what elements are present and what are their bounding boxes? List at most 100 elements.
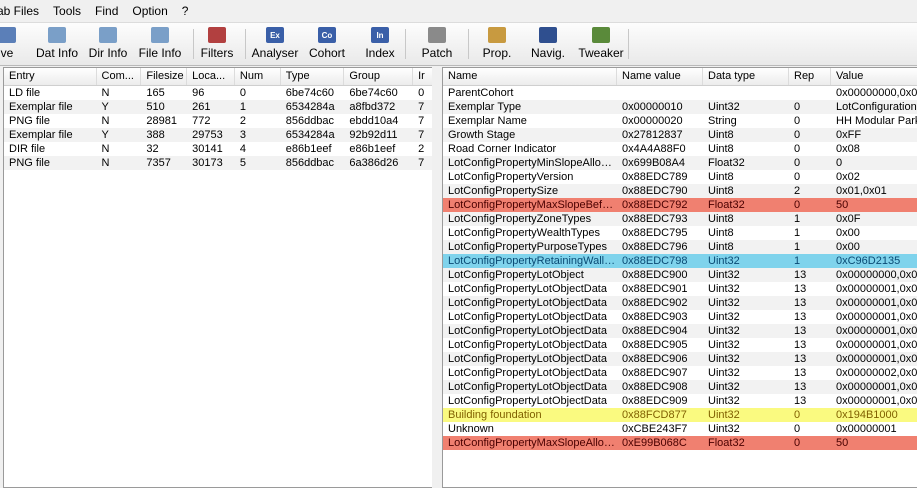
file-info-button[interactable]: File Info (137, 25, 183, 63)
navig--button[interactable]: Navig. (529, 25, 567, 63)
column-header-entry[interactable]: Entry (4, 68, 97, 85)
property-row[interactable]: LotConfigPropertyLotObjectData 0x88EDC907… (443, 366, 917, 380)
property-row[interactable]: LotConfigPropertyMinSlopeAllowed 0x699B08… (443, 156, 917, 170)
table-cell: 32 (146, 143, 159, 155)
property-row[interactable]: LotConfigPropertyLotObjectData 0x88EDC906… (443, 352, 917, 366)
column-header-com[interactable]: Com... (97, 68, 142, 85)
property-list-panel[interactable]: Name Name value Data type Rep Value ParentCo… (442, 67, 917, 488)
property-cell: 0x00000001,0x0 (836, 283, 917, 295)
toolbar-separator (245, 29, 246, 59)
property-cell: Uint32 (708, 297, 740, 309)
property-row[interactable]: LotConfigPropertySize 0x88EDC790 Uint8 2 0x0… (443, 184, 917, 198)
property-cell: 1 (794, 213, 801, 225)
property-cell: Building foundation (443, 408, 617, 422)
property-cell: 0x00000010 (622, 101, 683, 113)
property-cell: 0xFF (836, 129, 862, 141)
file-info-icon (151, 27, 169, 43)
property-cell: 0x88EDC904 (622, 325, 688, 337)
table-row[interactable]: PNG file N 28981 772 2 856ddbac ebdd10a4 7 (4, 114, 433, 128)
property-row[interactable]: LotConfigPropertyLotObjectData 0x88EDC902… (443, 296, 917, 310)
menu-ab-files[interactable]: ab Files (0, 4, 46, 18)
property-row[interactable]: Exemplar Name 0x00000020 String 0 HH Modular… (443, 114, 917, 128)
property-row[interactable]: LotConfigPropertyRetainingWallT... 0x88ED… (443, 254, 917, 268)
property-row[interactable]: LotConfigPropertyLotObjectData 0x88EDC909… (443, 394, 917, 408)
property-row[interactable]: LotConfigPropertyWealthTypes 0x88EDC795 Ui… (443, 226, 917, 240)
property-row[interactable]: LotConfigPropertyLotObject 0x88EDC900 Uint… (443, 268, 917, 282)
dir-info-button[interactable]: Dir Info (86, 25, 130, 63)
column-header-group[interactable]: Group (344, 68, 414, 85)
property-row[interactable]: Road Corner Indicator 0x4A4A88F0 Uint8 0 0x0… (443, 142, 917, 156)
property-row[interactable]: LotConfigPropertyPurposeTypes 0x88EDC796 U… (443, 240, 917, 254)
table-row[interactable]: PNG file N 7357 30173 5 856ddbac 6a386d26 7 (4, 156, 433, 170)
property-cell: 0xCBE243F7 (622, 423, 688, 435)
column-header-filesize[interactable]: Filesize (141, 68, 188, 85)
property-cell: Uint32 (708, 353, 740, 365)
toolbar-label: Dat Info (35, 46, 79, 60)
column-header-num[interactable]: Num (235, 68, 281, 85)
property-row[interactable]: LotConfigPropertyMaxSlopeBefor... 0x88EDC… (443, 198, 917, 212)
tweaker-button[interactable]: Tweaker (577, 25, 625, 63)
table-cell: 30173 (192, 157, 223, 169)
column-header-name-value[interactable]: Name value (617, 68, 703, 85)
column-header-rep[interactable]: Rep (789, 68, 831, 85)
cohort-button[interactable]: Co Cohort (307, 25, 347, 63)
menu-option[interactable]: Option (125, 4, 174, 18)
property-row[interactable]: ParentCohort 0x00000000,0x0 (443, 86, 917, 100)
property-row[interactable]: Unknown 0xCBE243F7 Uint32 0 0x00000001 (443, 422, 917, 436)
property-row[interactable]: Building foundation 0x88FCD877 Uint32 0 0x19… (443, 408, 917, 422)
menu-find[interactable]: Find (88, 4, 125, 18)
property-row[interactable]: LotConfigPropertyLotObjectData 0x88EDC905… (443, 338, 917, 352)
panel-splitter[interactable] (432, 67, 442, 488)
property-row[interactable]: LotConfigPropertyLotObjectData 0x88EDC903… (443, 310, 917, 324)
property-cell: 0 (789, 408, 831, 422)
column-header-value[interactable]: Value (831, 68, 917, 85)
property-cell: 0x00000001 (836, 423, 897, 435)
index-button[interactable]: In Index (363, 25, 397, 63)
property-row[interactable]: LotConfigPropertyMaxSlopeAllow... 0xE99B0… (443, 436, 917, 450)
table-row[interactable]: Exemplar file Y 510 261 1 6534284a a8fbd372 7 (4, 100, 433, 114)
filters-button[interactable]: Filters (199, 25, 235, 63)
property-row[interactable]: LotConfigPropertyVersion 0x88EDC789 Uint8 0… (443, 170, 917, 184)
toolbar-separator (628, 29, 629, 59)
table-cell: 165 (146, 87, 165, 99)
table-row[interactable]: LD file N 165 96 0 6be74c60 6be74c60 0 (4, 86, 433, 100)
property-row[interactable]: LotConfigPropertyLotObjectData 0x88EDC901… (443, 282, 917, 296)
table-cell: 29753 (192, 129, 223, 141)
property-row[interactable]: LotConfigPropertyLotObjectData 0x88EDC904… (443, 324, 917, 338)
patch-button[interactable]: Patch (420, 25, 454, 63)
column-header-type[interactable]: Type (281, 68, 345, 85)
property-cell: 0x4A4A88F0 (622, 143, 686, 155)
property-cell: Uint8 (708, 227, 734, 239)
property-cell: Uint8 (708, 213, 734, 225)
property-cell: LotConfigPropertyWealthTypes (448, 227, 601, 239)
property-cell: 1 (794, 241, 801, 253)
table-row[interactable]: DIR file N 32 30141 4 e86b1eef e86b1eef 2 (4, 142, 433, 156)
ve-button[interactable]: ve (0, 25, 22, 63)
column-header-data-type[interactable]: Data type (703, 68, 789, 85)
table-cell: 6be74c60 (285, 87, 335, 99)
menu-tools[interactable]: Tools (46, 4, 88, 18)
table-cell: 5 (239, 157, 247, 169)
table-cell: 261 (192, 101, 211, 113)
entry-list-panel[interactable]: Entry Com... Filesize Loca... Num Type Group Ir… (3, 67, 434, 488)
analyser-button[interactable]: Ex Analyser (251, 25, 299, 63)
tweaker-icon (592, 27, 610, 43)
menu-[interactable]: ? (175, 4, 196, 18)
column-header-ir[interactable]: Ir (413, 68, 433, 85)
property-cell: 0 (836, 157, 843, 169)
dat-info-button[interactable]: Dat Info (34, 25, 80, 63)
property-row[interactable]: Exemplar Type 0x00000010 Uint32 0 LotConfigu… (443, 100, 917, 114)
property-cell: Uint32 (708, 381, 740, 393)
table-row[interactable]: Exemplar file Y 388 29753 3 6534284a 92b92d11 7 (4, 128, 433, 142)
property-cell: LotConfigPropertyLotObjectData (448, 395, 607, 407)
property-cell: 50 (831, 436, 917, 450)
column-header-loca[interactable]: Loca... (187, 68, 235, 85)
property-row[interactable]: Growth Stage 0x27812837 Uint8 0 0xFF (443, 128, 917, 142)
property-row[interactable]: LotConfigPropertyZoneTypes 0x88EDC793 Uint… (443, 212, 917, 226)
column-header-name[interactable]: Name (443, 68, 617, 85)
property-cell: Uint32 (708, 395, 740, 407)
property-row[interactable]: LotConfigPropertyLotObjectData 0x88EDC908… (443, 380, 917, 394)
property-cell: Uint32 (708, 367, 740, 379)
prop--button[interactable]: Prop. (480, 25, 514, 63)
property-cell: 0xE99B068C (617, 436, 703, 450)
